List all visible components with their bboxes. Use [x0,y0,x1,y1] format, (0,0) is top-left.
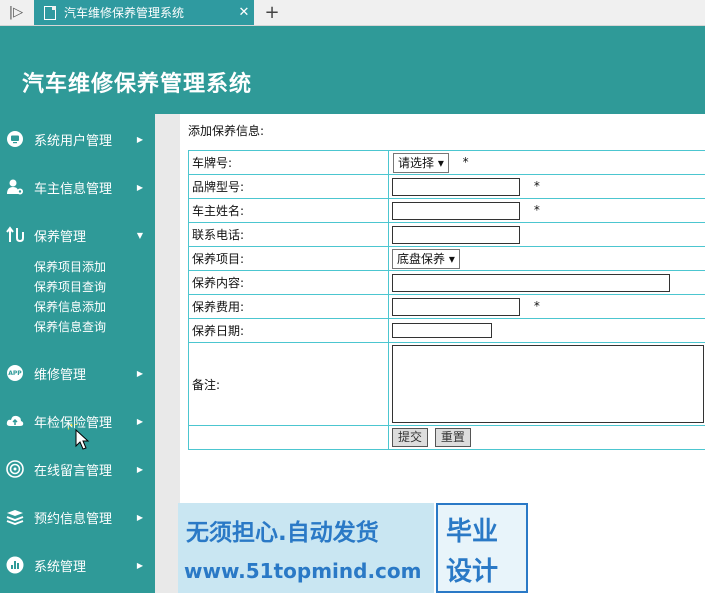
form-row-project: 保养项目: 底盘保养 ▾ [188,246,705,271]
chevron-right-icon: ▶ [136,464,144,474]
form-row-content: 保养内容: [188,270,705,295]
content-input[interactable] [392,273,670,292]
chevron-right-icon: ▶ [136,182,144,192]
form-row-cost: 保养费用: * [188,294,705,319]
project-select[interactable]: 底盘保养 ▾ [392,248,460,269]
chevron-right-icon: ▶ [136,134,144,144]
submit-button[interactable]: 提交 [392,428,429,447]
phone-input[interactable] [392,225,520,244]
remark-textarea[interactable] [392,345,704,423]
sidebar-item-system-users[interactable]: 系统用户管理 ▶ [0,119,155,159]
submenu-item-query-project[interactable]: 保养项目查询 [34,277,106,297]
browser-tab-active[interactable]: 汽车维修保养管理系统 ✕ [34,0,254,25]
sidebar-gap [155,114,180,593]
field-label: 联系电话: [188,222,389,247]
chevron-right-icon: ▶ [136,560,144,570]
field-label: 车牌号: [188,150,389,175]
mouse-cursor-icon [66,423,90,453]
owner-name-input[interactable] [392,201,520,220]
field-label: 品牌型号: [188,174,389,199]
watermark-banner: 无须担心.自动发货 www.51topmind.com 毕业 设计 [178,503,528,593]
cloud-upload-icon [6,412,24,430]
sidebar-item-messages[interactable]: 在线留言管理 ▶ [0,449,155,489]
required-mark: * [533,299,540,313]
field-label: 车主姓名: [188,198,389,223]
app-title: 汽车维修保养管理系统 [22,72,253,97]
monitor-icon [6,130,24,148]
browser-tab-title: 汽车维修保养管理系统 [64,6,185,20]
form-row-plate: 车牌号: 请选择 ▾ * [188,150,705,175]
layers-icon [6,508,24,526]
chevron-right-icon: ▶ [136,512,144,522]
field-label: 保养内容: [188,270,389,295]
required-mark: * [533,203,540,217]
app-header: 汽车维修保养管理系统 [0,26,705,114]
field-label: 保养费用: [188,294,389,319]
form-row-owner: 车主姓名: * [188,198,705,223]
chart-icon [6,556,24,574]
user-gear-icon [6,178,24,196]
document-icon [44,5,56,20]
watermark-url: www.51topmind.com [184,559,422,583]
sidebar-toggle-icon[interactable]: |▷ [0,0,32,25]
watermark-badge: 毕业 设计 [436,503,528,593]
submenu-item-query-info[interactable]: 保养信息查询 [34,317,106,337]
sidebar-item-owner-info[interactable]: 车主信息管理 ▶ [0,167,155,207]
sidebar-item-maintenance[interactable]: 保养管理 ▼ [0,215,155,255]
watermark-slogan: 无须担心.自动发货 [186,520,379,546]
form-row-remark: 备注: [188,342,705,426]
chevron-right-icon: ▶ [136,368,144,378]
swap-arrows-icon [6,226,24,244]
form-title: 添加保养信息: [188,124,265,138]
form-row-date: 保养日期: [188,318,705,343]
required-mark: * [533,179,540,193]
brand-model-input[interactable] [392,177,520,196]
app-icon: APP [7,365,23,381]
sidebar-item-appointments[interactable]: 预约信息管理 ▶ [0,497,155,537]
sidebar-item-repair[interactable]: APP 维修管理 ▶ [0,353,155,393]
submenu-item-add-project[interactable]: 保养项目添加 [34,257,106,277]
form-row-brand: 品牌型号: * [188,174,705,199]
maintenance-form: 车牌号: 请选择 ▾ * 品牌型号: * 车主姓名: * 联系电话: 保养项目:… [188,150,705,450]
date-input[interactable] [392,323,492,338]
new-tab-icon[interactable]: + [258,0,286,25]
browser-tab-bar: |▷ 汽车维修保养管理系统 ✕ + [0,0,705,26]
close-tab-icon[interactable]: ✕ [234,5,254,20]
field-label: 保养日期: [188,318,389,343]
cost-input[interactable] [392,297,520,316]
reset-button[interactable]: 重置 [434,428,471,447]
field-label: 保养项目: [188,246,389,271]
chevron-right-icon: ▶ [136,416,144,426]
form-row-phone: 联系电话: [188,222,705,247]
plate-select[interactable]: 请选择 ▾ [393,152,449,173]
form-row-actions: 提交 重置 [188,425,705,450]
chevron-down-icon: ▼ [136,230,144,240]
submenu-item-add-info[interactable]: 保养信息添加 [34,297,106,317]
required-mark: * [462,155,469,169]
sidebar: 系统用户管理 ▶ 车主信息管理 ▶ 保养管理 ▼ 保养项目添加 保养项目查询 保… [0,114,155,593]
sidebar-item-system[interactable]: 系统管理 ▶ [0,545,155,585]
settings-icon [6,460,24,478]
field-label: 备注: [188,342,389,426]
